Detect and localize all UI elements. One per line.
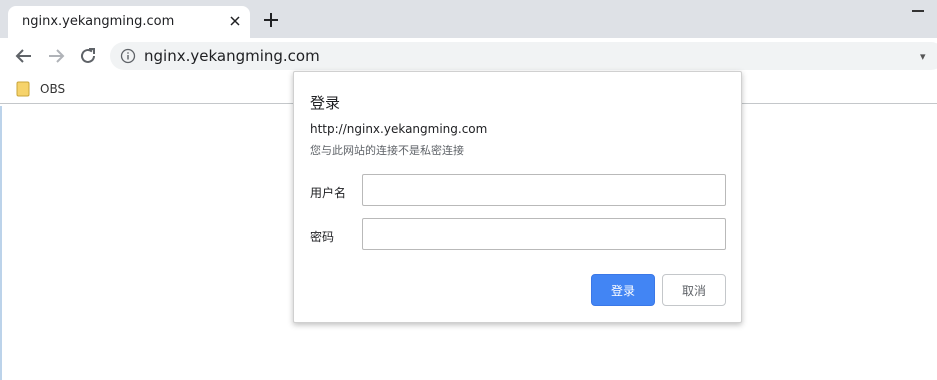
new-tab-icon[interactable] bbox=[262, 11, 280, 29]
username-field[interactable] bbox=[362, 174, 726, 206]
folder-icon bbox=[16, 81, 30, 97]
forward-arrow-icon[interactable] bbox=[46, 46, 66, 66]
reload-icon[interactable] bbox=[78, 46, 98, 66]
browser-toolbar: nginx.yekangming.com bbox=[0, 38, 937, 74]
window-edge bbox=[0, 106, 2, 380]
cancel-button[interactable]: 取消 bbox=[662, 274, 726, 306]
dialog-title: 登录 bbox=[310, 94, 341, 112]
connection-warning: 您与此网站的连接不是私密连接 bbox=[310, 144, 464, 157]
close-icon[interactable] bbox=[228, 14, 242, 28]
password-field[interactable] bbox=[362, 218, 726, 250]
password-label: 密码 bbox=[310, 230, 335, 244]
dialog-url: http://nginx.yekangming.com bbox=[310, 122, 488, 136]
bookmark-label: OBS bbox=[40, 82, 66, 96]
back-arrow-icon[interactable] bbox=[14, 46, 34, 66]
omnibox-overflow-icon: ▾ bbox=[920, 50, 926, 63]
info-icon[interactable] bbox=[120, 48, 136, 64]
tab-strip: nginx.yekangming.com bbox=[0, 0, 937, 38]
minimize-icon[interactable] bbox=[912, 10, 924, 12]
browser-tab[interactable]: nginx.yekangming.com bbox=[8, 6, 250, 38]
login-button[interactable]: 登录 bbox=[591, 274, 655, 306]
address-bar[interactable]: nginx.yekangming.com bbox=[110, 42, 937, 70]
url-text[interactable]: nginx.yekangming.com bbox=[144, 47, 320, 65]
username-label: 用户名 bbox=[310, 186, 347, 200]
auth-dialog: 登录 http://nginx.yekangming.com 您与此网站的连接不… bbox=[293, 71, 742, 323]
tab-title: nginx.yekangming.com bbox=[22, 14, 175, 29]
